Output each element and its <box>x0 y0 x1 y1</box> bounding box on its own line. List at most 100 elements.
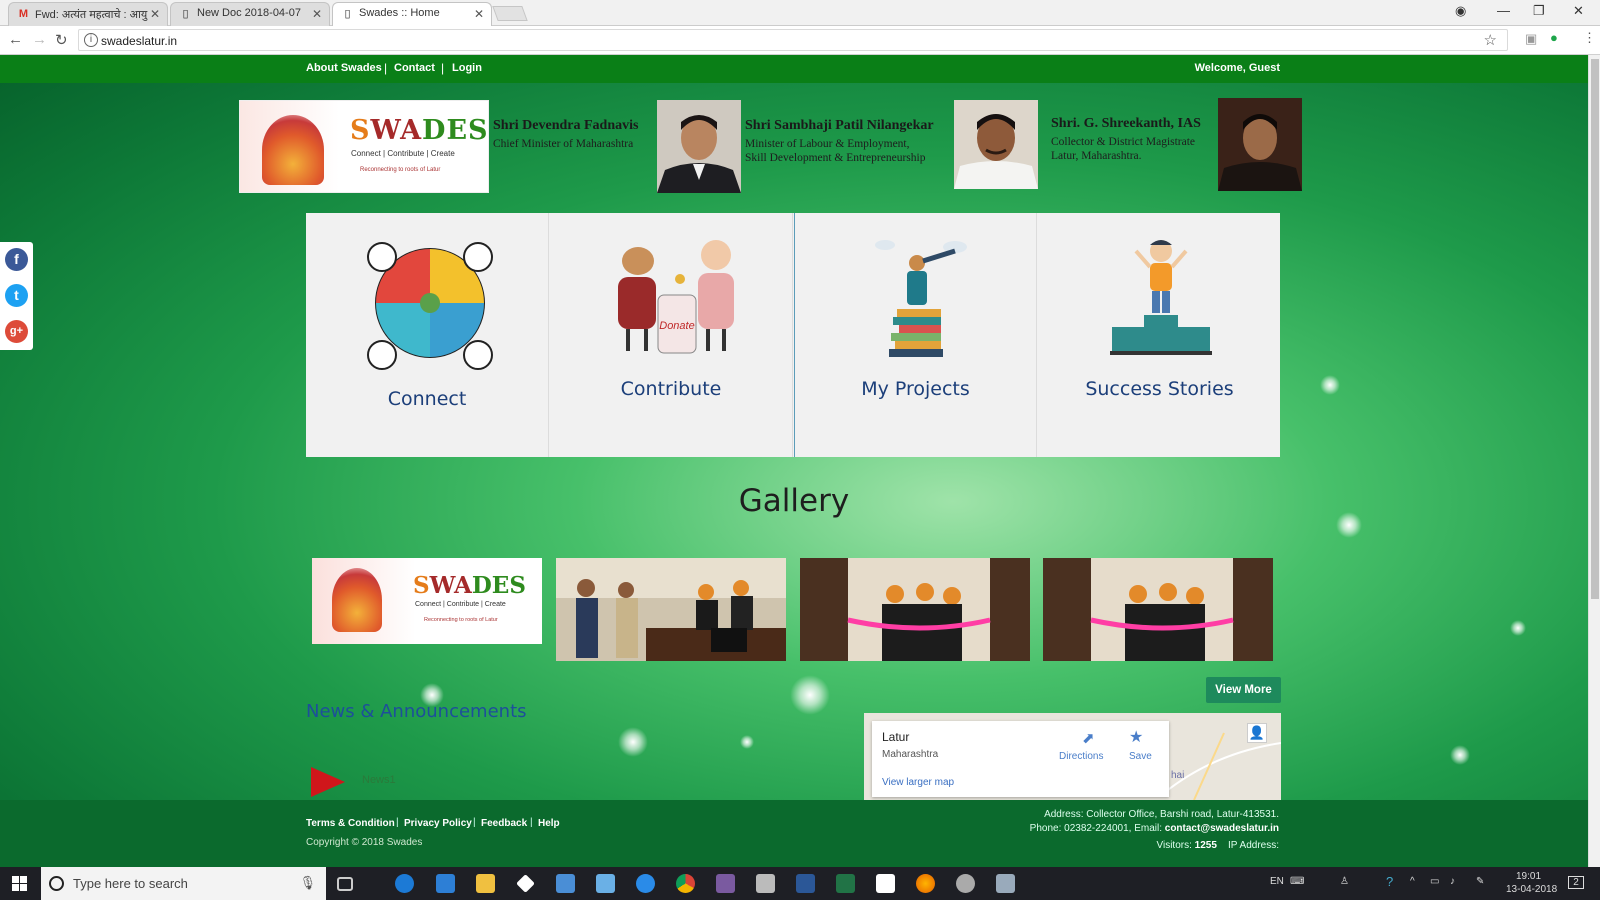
page-scrollbar[interactable] <box>1588 55 1600 867</box>
edge-icon[interactable] <box>395 874 414 893</box>
chrome-icon[interactable] <box>676 874 695 893</box>
windows-start-icon[interactable] <box>12 876 27 891</box>
twitter-icon[interactable]: t <box>5 284 28 307</box>
directions-icon[interactable]: ⬈ <box>1082 729 1095 747</box>
pegman-icon[interactable]: 👤 <box>1247 723 1267 743</box>
email-link[interactable]: contact@swadeslatur.in <box>1165 823 1279 834</box>
firefox-icon[interactable] <box>916 874 935 893</box>
task-view-icon[interactable] <box>337 877 353 891</box>
page-icon: ▯ <box>182 8 189 20</box>
chevron-up-icon[interactable]: ^ <box>1410 876 1415 887</box>
podium-winner-icon <box>1110 240 1212 355</box>
close-icon[interactable]: ✕ <box>150 7 160 21</box>
new-tab-button[interactable] <box>492 6 528 21</box>
microphone-icon[interactable]: 🎙 <box>299 875 316 891</box>
app-icon[interactable] <box>756 874 775 893</box>
contact-link[interactable]: Contact <box>394 62 435 74</box>
terms-link[interactable]: Terms & Condition <box>306 818 395 829</box>
tile-connect[interactable]: Connect <box>306 213 549 457</box>
info-icon[interactable]: i <box>84 33 98 47</box>
view-more-button[interactable]: View More <box>1206 677 1281 703</box>
copyright-text: Copyright © 2018 Swades <box>306 837 423 848</box>
app-icon[interactable] <box>596 874 615 893</box>
save-star-icon[interactable]: ★ <box>1129 727 1143 747</box>
footer-address: Address: Collector Office, Barshi road, … <box>1044 809 1279 820</box>
tile-success-stories[interactable]: Success Stories <box>1038 213 1281 457</box>
gallery-image[interactable] <box>556 558 786 661</box>
close-window-icon[interactable]: ✕ <box>1573 3 1584 19</box>
map-embed[interactable]: Latur Maharashtra ⬈ Directions ★ Save Vi… <box>864 713 1281 800</box>
bookmark-star-icon[interactable]: ☆ <box>1484 31 1497 49</box>
extension-icon[interactable]: ▣ <box>1525 31 1537 47</box>
gallery-image[interactable] <box>1043 558 1273 661</box>
person-name: Shri Sambhaji Patil Nilangekar <box>745 118 934 133</box>
news-item[interactable]: News1 <box>362 774 396 786</box>
app-icon[interactable] <box>716 874 735 893</box>
person-role: Skill Development & Entrepreneurship <box>745 152 926 164</box>
footer-separator: | <box>473 817 476 828</box>
cortana-icon <box>49 876 64 891</box>
back-icon[interactable]: ← <box>8 31 23 48</box>
mail-icon[interactable] <box>876 874 895 893</box>
dropbox-icon[interactable] <box>516 874 535 893</box>
logo-tagline: Connect | Contribute | Create <box>351 149 455 158</box>
language-indicator[interactable]: EN <box>1270 876 1284 887</box>
bokeh-light <box>1510 620 1526 636</box>
help-icon[interactable]: ? <box>1386 874 1393 889</box>
menu-dots-icon[interactable]: ⋮ <box>1583 30 1596 46</box>
tab-new-doc[interactable]: ▯ New Doc 2018-04-07 ✕ <box>170 2 330 26</box>
tab-gmail[interactable]: M Fwd: अत्यंत महत्वाचे : आयु ✕ <box>8 2 168 26</box>
close-icon[interactable]: ✕ <box>312 7 322 21</box>
save-link[interactable]: Save <box>1129 751 1152 762</box>
app-icon[interactable] <box>996 874 1015 893</box>
bokeh-light <box>740 735 754 749</box>
news-title: News & Announcements <box>306 701 527 722</box>
forward-icon[interactable]: → <box>32 31 47 48</box>
profile-icon[interactable]: ◉ <box>1455 3 1466 19</box>
url-input[interactable]: i swadeslatur.in ☆ <box>78 29 1508 51</box>
nav-separator: | <box>384 61 388 75</box>
minimize-icon[interactable]: — <box>1497 3 1510 18</box>
close-icon[interactable]: ✕ <box>474 7 484 21</box>
facebook-icon[interactable]: f <box>5 248 28 271</box>
person-photo <box>1218 98 1302 191</box>
internet-explorer-icon[interactable] <box>636 874 655 893</box>
tab-swades-home[interactable]: ▯ Swades :: Home ✕ <box>332 2 492 26</box>
gallery-image[interactable]: SWADES Connect | Contribute | Create Rec… <box>312 558 542 644</box>
view-larger-map-link[interactable]: View larger map <box>882 777 954 788</box>
google-plus-icon[interactable]: g+ <box>5 320 28 343</box>
network-icon[interactable]: ▭ <box>1430 876 1439 887</box>
taskbar-search[interactable]: Type here to search 🎙 <box>41 867 326 900</box>
clock-date[interactable]: 13-04-2018 <box>1506 884 1557 895</box>
notifications-icon[interactable]: 2 <box>1568 876 1584 889</box>
dome-graphic <box>262 115 324 185</box>
directions-link[interactable]: Directions <box>1059 751 1103 762</box>
swades-logo[interactable]: SWADES Connect | Contribute | Create Rec… <box>239 100 489 193</box>
login-link[interactable]: Login <box>452 62 482 74</box>
feedback-link[interactable]: Feedback <box>481 818 527 829</box>
restore-icon[interactable]: ❐ <box>1533 3 1545 19</box>
help-link[interactable]: Help <box>538 818 560 829</box>
app-icon[interactable] <box>556 874 575 893</box>
volume-icon[interactable]: ♪ <box>1450 876 1455 887</box>
reload-icon[interactable]: ↻ <box>55 31 68 49</box>
keyboard-icon[interactable]: ⌨ <box>1290 876 1304 887</box>
top-navigation: About Swades | Contact | Login Welcome, … <box>0 55 1588 83</box>
store-icon[interactable] <box>436 874 455 893</box>
excel-icon[interactable] <box>836 874 855 893</box>
gallery-image[interactable] <box>800 558 1030 661</box>
tile-my-projects[interactable]: My Projects <box>794 213 1037 457</box>
scrollbar-thumb[interactable] <box>1591 59 1599 599</box>
person-role: Chief Minister of Maharashtra <box>493 138 634 150</box>
privacy-link[interactable]: Privacy Policy <box>404 818 472 829</box>
tile-contribute[interactable]: Donate Contribute <box>550 213 793 457</box>
file-explorer-icon[interactable] <box>476 874 495 893</box>
word-icon[interactable] <box>796 874 815 893</box>
pen-icon[interactable]: ✎ <box>1476 876 1484 887</box>
people-icon[interactable]: ♙ <box>1340 876 1349 887</box>
clock-time[interactable]: 19:01 <box>1516 871 1541 882</box>
about-link[interactable]: About Swades <box>306 62 382 74</box>
grammarly-icon[interactable]: ● <box>1550 30 1558 45</box>
app-icon[interactable] <box>956 874 975 893</box>
person-role: Minister of Labour & Employment, <box>745 138 910 150</box>
